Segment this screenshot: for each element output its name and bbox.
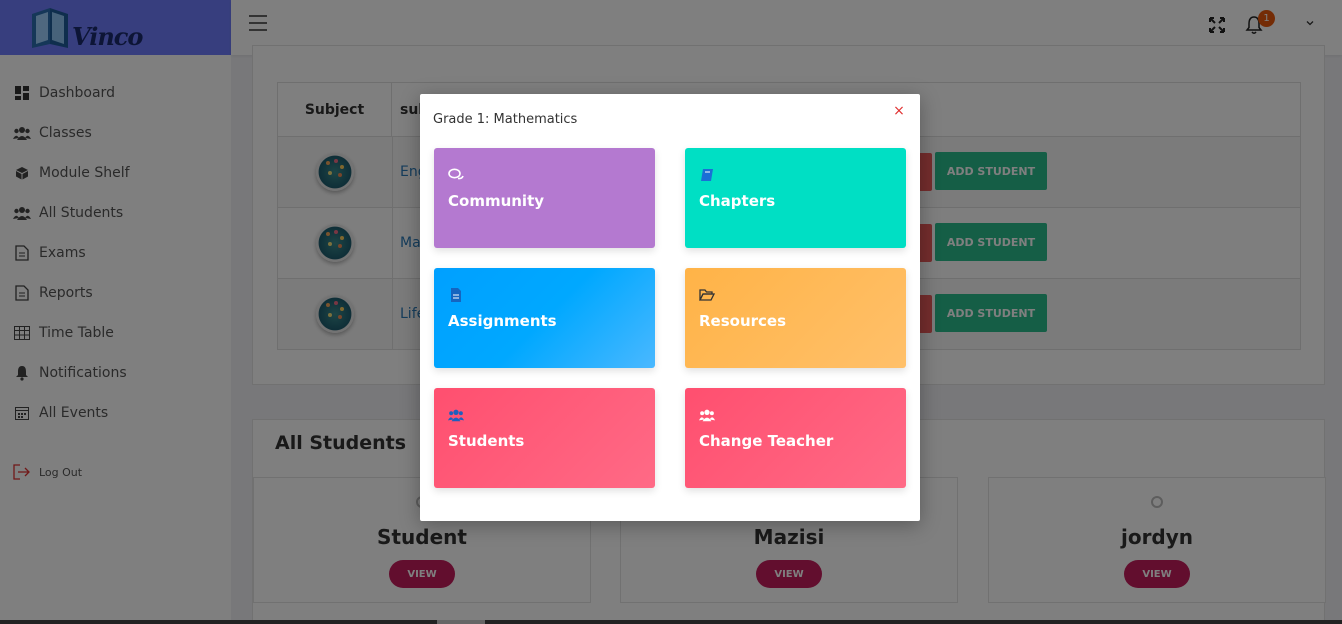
tile-label: Students — [448, 432, 525, 450]
assignments-tile[interactable]: Assignments — [434, 268, 655, 368]
file-icon — [451, 288, 461, 302]
students-tile[interactable]: Students — [434, 388, 655, 488]
tile-label: Resources — [699, 312, 787, 330]
change-teacher-tile[interactable]: Change Teacher — [685, 388, 906, 488]
resources-tile[interactable]: Resources — [685, 268, 906, 368]
modal-title: Grade 1: Mathematics — [433, 112, 578, 127]
tile-label: Assignments — [448, 312, 557, 330]
folder-open-icon — [699, 289, 715, 301]
tile-label: Chapters — [699, 192, 776, 210]
tile-label: Community — [448, 192, 545, 210]
horizontal-scrollbar[interactable] — [0, 620, 1342, 624]
community-tile[interactable]: Community — [434, 148, 655, 248]
comments-icon — [448, 168, 464, 180]
subject-modal: Grade 1: Mathematics × Community Chapter… — [420, 94, 920, 521]
users-icon — [448, 409, 464, 422]
chapters-tile[interactable]: Chapters — [685, 148, 906, 248]
users-icon — [699, 409, 715, 422]
scrollbar-thumb[interactable] — [437, 620, 485, 624]
book-icon — [701, 169, 713, 181]
close-icon[interactable]: × — [892, 104, 906, 118]
tile-label: Change Teacher — [699, 432, 834, 450]
